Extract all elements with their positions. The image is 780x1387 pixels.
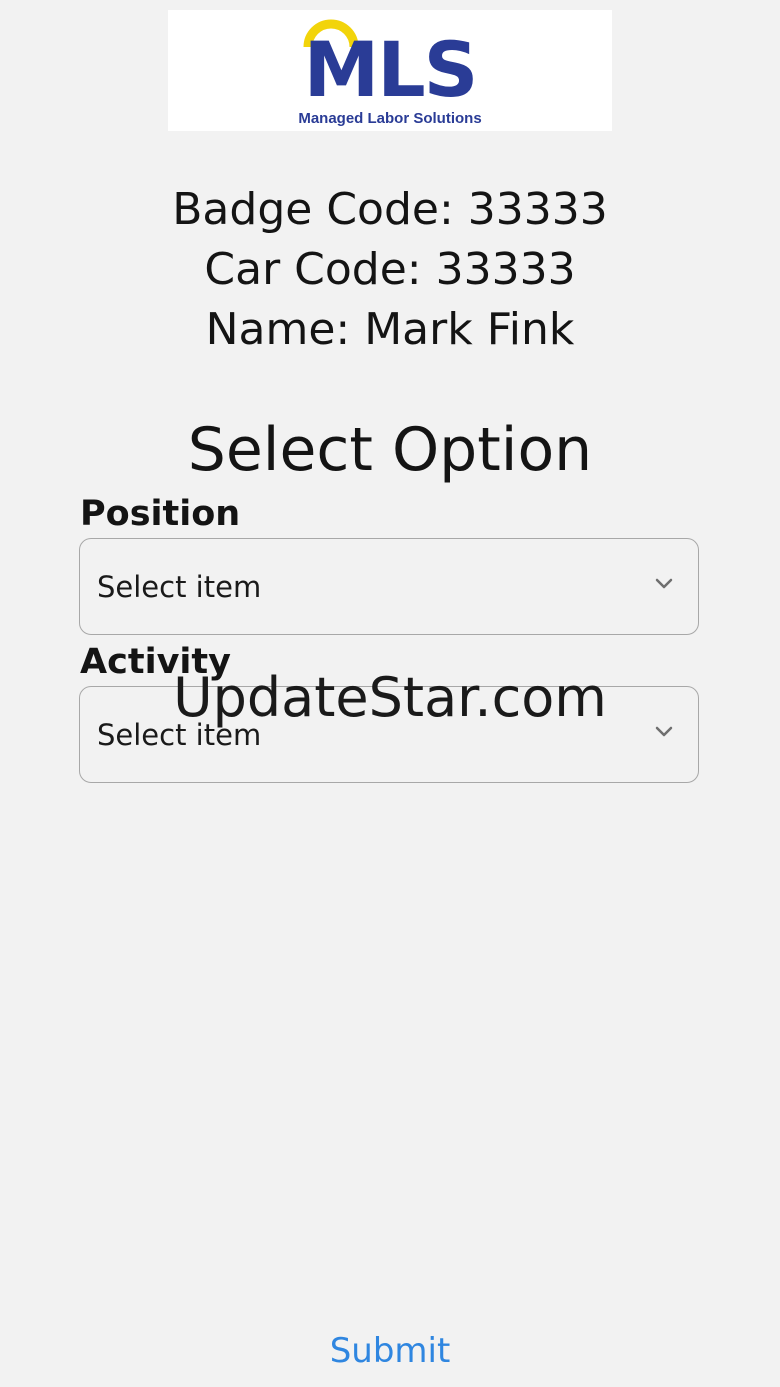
- activity-label: Activity: [80, 642, 231, 682]
- company-logo: MLS Managed Labor Solutions: [168, 10, 612, 131]
- activity-select[interactable]: Select item: [79, 686, 699, 783]
- page-title: Select Option: [187, 415, 593, 485]
- position-select-value: Select item: [97, 570, 262, 604]
- employee-name-text: Name: Mark Fink: [205, 304, 575, 355]
- logo-tagline: Managed Labor Solutions: [298, 110, 482, 127]
- badge-code-text: Badge Code: 33333: [172, 184, 608, 235]
- logo-mark: MLS: [303, 25, 479, 114]
- position-select[interactable]: Select item: [79, 538, 699, 635]
- position-label: Position: [80, 494, 241, 534]
- chevron-down-icon: [655, 726, 673, 737]
- chevron-down-icon: [655, 578, 673, 589]
- activity-select-value: Select item: [97, 718, 262, 752]
- submit-button[interactable]: Submit: [290, 1326, 490, 1376]
- car-code-text: Car Code: 33333: [204, 244, 576, 295]
